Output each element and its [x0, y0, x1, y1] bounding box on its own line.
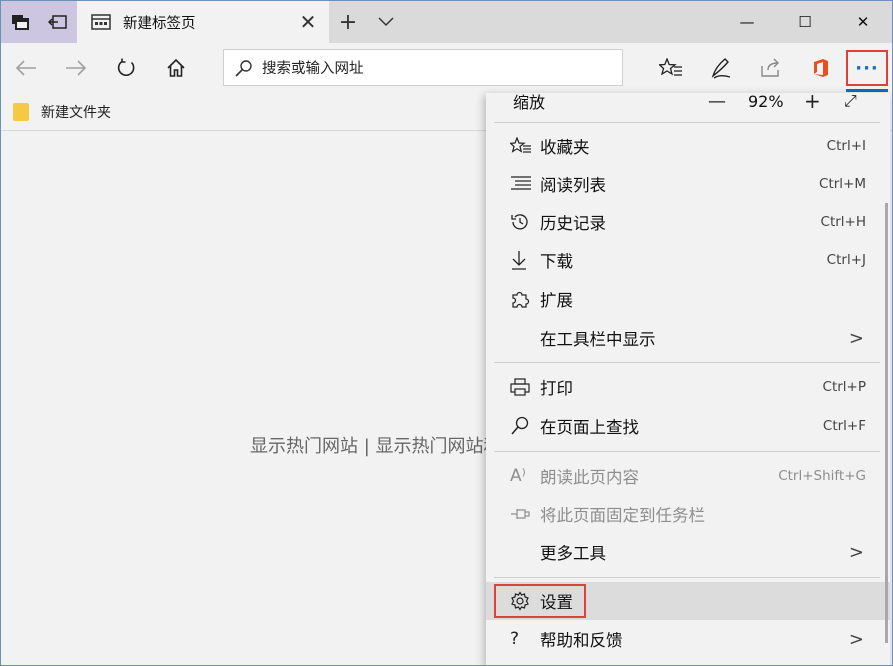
tab-manager-icon [12, 15, 29, 30]
menu-separator [494, 122, 880, 123]
new-tab-page-icon [91, 14, 111, 30]
download-icon [486, 250, 540, 270]
menu-item-label: 将此页面固定到任务栏 [540, 506, 705, 525]
address-bar[interactable]: 搜索或输入网址 [223, 49, 623, 86]
question-mark-icon: ? [510, 629, 520, 649]
settings-and-more-button[interactable]: ··· [846, 50, 888, 92]
title-bar: 新建标签页 ✕ + — ☐ ✕ [1, 1, 892, 43]
menu-item-label: 阅读列表 [540, 176, 606, 195]
chevron-right-icon: > [848, 327, 864, 349]
menu-item-read-aloud[interactable]: A⁾ 朗读此页内容 Ctrl+Shift+G [486, 457, 890, 495]
favorites-icon [486, 137, 540, 155]
menu-item-reading-list[interactable]: 阅读列表 Ctrl+M [486, 165, 890, 203]
menu-separator [494, 362, 880, 363]
menu-item-settings[interactable]: 设置 [486, 582, 890, 620]
menu-item-label: 更多工具 [540, 544, 606, 563]
tab-new-tab[interactable]: 新建标签页 ✕ [77, 1, 329, 43]
read-aloud-icon: A⁾ [510, 466, 526, 486]
menu-item-label: 在工具栏中显示 [540, 330, 656, 349]
maximize-button[interactable]: ☐ [776, 1, 834, 43]
menu-separator [494, 451, 880, 452]
history-icon [486, 212, 540, 232]
fullscreen-icon[interactable]: ⤢ [844, 93, 857, 111]
tab-preview-chevron-icon[interactable] [367, 1, 405, 43]
menu-item-pin-to-taskbar[interactable]: 将此页面固定到任务栏 [486, 495, 890, 533]
menu-item-label: 帮助和反馈 [540, 631, 623, 650]
tab-manager-button[interactable] [1, 1, 39, 43]
chevron-right-icon: > [848, 541, 864, 563]
menu-item-show-in-toolbar[interactable]: 在工具栏中显示 > [486, 319, 890, 357]
menu-item-shortcut: Ctrl+M [819, 176, 866, 192]
menu-item-favorites[interactable]: 收藏夹 Ctrl+I [486, 127, 890, 165]
office-button[interactable] [796, 43, 846, 93]
menu-item-label: 扩展 [540, 291, 573, 310]
menu-item-find-on-page[interactable]: 在页面上查找 Ctrl+F [486, 407, 890, 445]
back-arrow-icon [15, 60, 36, 76]
menu-scrollbar[interactable] [885, 203, 888, 643]
magnifier-icon [486, 416, 540, 436]
set-aside-icon [48, 15, 67, 29]
favorites-folder-link[interactable]: 新建文件夹 [41, 102, 111, 122]
printer-icon [486, 377, 540, 397]
chevron-right-icon: > [848, 628, 864, 650]
menu-separator [494, 577, 880, 578]
menu-item-label: 历史记录 [540, 214, 606, 233]
set-tabs-aside-button[interactable] [39, 1, 77, 43]
top-sites-toggle-link[interactable]: 显示热门网站 | 显示热门网站和我的资讯源 [250, 432, 490, 458]
puzzle-icon [486, 289, 540, 309]
address-placeholder: 搜索或输入网址 [262, 61, 364, 77]
share-icon [761, 58, 779, 77]
zoom-in-button[interactable]: + [804, 93, 821, 113]
menu-item-shortcut: Ctrl+I [826, 138, 866, 154]
pen-icon [711, 58, 731, 79]
minimize-button[interactable]: — [718, 1, 776, 43]
settings-highlight-box [494, 584, 586, 618]
forward-button[interactable] [51, 43, 101, 93]
menu-item-print[interactable]: 打印 Ctrl+P [486, 368, 890, 406]
back-button[interactable] [1, 43, 51, 93]
zoom-value: 92% [748, 93, 784, 111]
menu-item-shortcut: Ctrl+J [826, 252, 866, 268]
menu-item-shortcut: Ctrl+Shift+G [778, 468, 866, 484]
reading-list-icon [486, 175, 540, 193]
menu-item-more-tools[interactable]: 更多工具 > [486, 533, 890, 571]
menu-item-label: 收藏夹 [540, 138, 590, 157]
menu-item-label: 在页面上查找 [540, 418, 639, 437]
menu-item-downloads[interactable]: 下载 Ctrl+J [486, 241, 890, 279]
tab-close-icon[interactable]: ✕ [293, 10, 323, 34]
menu-item-help-feedback[interactable]: ? 帮助和反馈 > [486, 620, 890, 658]
refresh-icon [117, 58, 135, 77]
forward-arrow-icon [66, 60, 87, 76]
folder-icon [13, 102, 29, 121]
menu-item-label: 打印 [540, 379, 573, 398]
menu-item-shortcut: Ctrl+H [820, 214, 866, 230]
home-button[interactable] [151, 43, 201, 93]
menu-item-shortcut: Ctrl+F [822, 418, 866, 434]
menu-item-history[interactable]: 历史记录 Ctrl+H [486, 203, 890, 241]
home-icon [167, 58, 185, 77]
browser-window: 新建标签页 ✕ + — ☐ ✕ 搜索或输入网址 ··· 新建文件夹 显示热门网站… [0, 0, 893, 666]
search-icon [235, 59, 252, 77]
favorites-star-list-icon [659, 58, 682, 76]
refresh-button[interactable] [101, 43, 151, 93]
office-logo-icon [814, 59, 828, 77]
menu-item-label: 设置 [540, 593, 573, 612]
zoom-row: 缩放 — 92% + ⤢ [486, 93, 890, 121]
navigation-bar: 搜索或输入网址 ··· [1, 43, 892, 93]
pin-icon [486, 507, 540, 521]
zoom-label: 缩放 [513, 93, 546, 112]
menu-item-extensions[interactable]: 扩展 [486, 280, 890, 318]
menu-item-label: 下载 [540, 252, 573, 271]
tab-title: 新建标签页 [123, 15, 196, 32]
add-favorite-button[interactable] [646, 43, 696, 93]
share-button[interactable] [746, 43, 796, 93]
new-tab-button[interactable]: + [329, 1, 367, 43]
settings-and-more-menu: 缩放 — 92% + ⤢ 收藏夹 Ctrl+I 阅读列表 Ctrl+M 历史记录 [486, 93, 890, 665]
zoom-out-button[interactable]: — [708, 93, 726, 112]
add-notes-button[interactable] [696, 43, 746, 93]
menu-item-label: 朗读此页内容 [540, 468, 639, 487]
close-window-button[interactable]: ✕ [834, 1, 892, 43]
menu-item-shortcut: Ctrl+P [822, 379, 866, 395]
